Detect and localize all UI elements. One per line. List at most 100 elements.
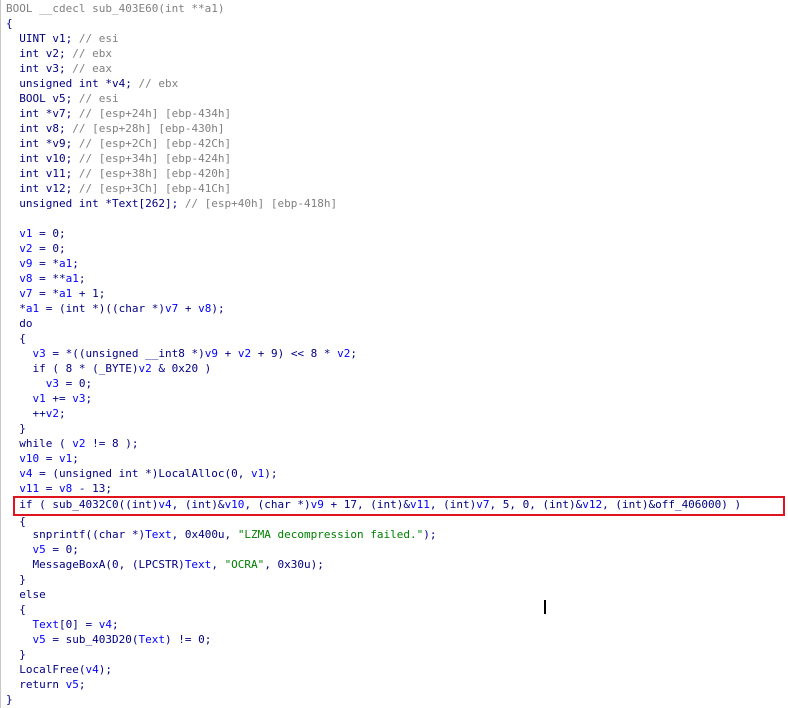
code-line[interactable]: return v5; (6, 677, 85, 692)
code-token: a1 (59, 257, 73, 270)
code-token: v2 (72, 437, 86, 450)
code-line[interactable]: UINT v1; // esi (6, 31, 118, 46)
code-line[interactable]: int v11; // [esp+38h] [ebp-420h] (6, 166, 231, 181)
code-token: [0] = (58, 618, 99, 631)
code-line[interactable]: { (6, 16, 13, 31)
code-line[interactable]: } (6, 572, 26, 587)
code-line[interactable]: Text[0] = v4; (6, 617, 118, 632)
code-token: int v11; (6, 167, 79, 180)
code-line[interactable]: int v3; // eax (6, 61, 112, 76)
code-token: int v10; (6, 152, 79, 165)
code-token: v4 (98, 618, 112, 631)
code-line[interactable]: LocalFree(v4); (6, 662, 112, 677)
code-line[interactable]: snprintf((char *)Text, 0x400u, "LZMA dec… (6, 527, 436, 542)
code-line[interactable]: if ( 8 * (_BYTE)v2 & 0x20 ) (6, 361, 211, 376)
code-line[interactable]: v11 = v8 - 13; (6, 481, 112, 496)
code-token: "LZMA decompression failed." (237, 528, 424, 541)
code-token: = 0; (32, 227, 66, 240)
code-line[interactable]: int v10; // [esp+34h] [ebp-424h] (6, 151, 231, 166)
code-line[interactable]: int v2; // ebx (6, 46, 112, 61)
code-token: // eax (72, 62, 112, 75)
code-line[interactable]: MessageBoxA(0, (LPCSTR)Text, "OCRA", 0x3… (6, 557, 323, 572)
code-token: } (6, 573, 26, 586)
code-line[interactable]: } (6, 692, 13, 707)
code-line[interactable]: v3 = *((unsigned __int8 *)v9 + v2 + 9) <… (6, 346, 357, 361)
code-token: Text (184, 558, 212, 571)
code-token: v11 (6, 482, 40, 495)
code-line[interactable]: unsigned int *Text[262]; // [esp+40h] [e… (6, 196, 337, 211)
code-token: int v3; (6, 62, 73, 75)
code-token: // [esp+3Ch] [ebp-41Ch] (78, 182, 232, 195)
code-line[interactable]: v5 = sub_403D20(Text) != 0; (6, 632, 211, 647)
code-token: // [esp+40h] [ebp-418h] (184, 197, 338, 210)
code-token: + 1; (72, 287, 106, 300)
code-line[interactable]: { (6, 331, 26, 346)
code-token: Text (6, 618, 59, 631)
code-token: v1 (251, 467, 265, 480)
code-line[interactable]: int v12; // [esp+3Ch] [ebp-41Ch] (6, 181, 231, 196)
code-token: } (6, 693, 13, 706)
code-token: v4 (6, 467, 33, 480)
code-token: = (39, 452, 59, 465)
code-line[interactable]: int v8; // [esp+28h] [ebp-430h] (6, 121, 224, 136)
code-token: * (6, 302, 26, 315)
code-token: = sub_403D20( (45, 633, 139, 646)
code-token: = (int *)((char *) (39, 302, 165, 315)
code-token: int *v9; (6, 137, 79, 150)
code-token: // ebx (72, 47, 112, 60)
code-token: v1 (59, 452, 73, 465)
code-token: // [esp+34h] [ebp-424h] (78, 152, 232, 165)
code-token: a1 (59, 287, 73, 300)
code-token: { (6, 603, 26, 616)
code-token: v3 (72, 392, 86, 405)
code-token: Text (138, 633, 165, 646)
code-line[interactable]: v1 += v3; (6, 391, 92, 406)
code-token: // esi (78, 92, 119, 105)
code-token: + (178, 302, 199, 315)
code-token: v3 (6, 347, 46, 360)
pseudocode-view[interactable]: BOOL __cdecl sub_403E60(int **a1) { UINT … (0, 0, 788, 708)
code-line[interactable]: } (6, 647, 26, 662)
code-line[interactable]: ++v2; (6, 406, 65, 421)
code-line[interactable]: v1 = 0; (6, 226, 66, 241)
code-line[interactable]: else (6, 587, 46, 602)
code-line[interactable]: unsigned int *v4; // ebx (6, 76, 178, 91)
code-token: return (6, 678, 66, 691)
code-line[interactable]: } (6, 421, 26, 436)
code-line[interactable]: v7 = *a1 + 1; (6, 286, 105, 301)
code-line[interactable]: int *v9; // [esp+2Ch] [ebp-42Ch] (6, 136, 231, 151)
code-token: int v2; (6, 47, 73, 60)
code-line[interactable]: int *v7; // [esp+24h] [ebp-434h] (6, 106, 231, 121)
code-token: LocalFree( (6, 663, 86, 676)
code-token: a1 (65, 272, 79, 285)
code-token: v5 (6, 633, 46, 646)
code-line[interactable]: v4 = (unsigned int *)LocalAlloc(0, v1); (6, 466, 277, 481)
code-token: ; (78, 272, 86, 285)
code-line[interactable]: v9 = *a1; (6, 256, 79, 271)
code-line[interactable]: v2 = 0; (6, 241, 65, 256)
code-token: UINT v1; (6, 32, 79, 45)
code-token: = (39, 482, 59, 495)
code-token: unsigned int *v4; (6, 77, 139, 90)
code-token: do (6, 317, 33, 330)
code-token: v2 (45, 407, 59, 420)
code-line[interactable]: BOOL v5; // esi (6, 91, 119, 106)
code-token: v1 (6, 392, 46, 405)
code-line[interactable]: v5 = 0; (6, 542, 78, 557)
code-line[interactable]: v10 = v1; (6, 451, 79, 466)
code-line[interactable]: *a1 = (int *)((char *)v7 + v8); (6, 301, 224, 316)
code-line[interactable]: v3 = 0; (6, 376, 92, 391)
code-token: } (6, 422, 26, 435)
code-token: a1 (25, 302, 40, 315)
code-token: v9 (204, 347, 218, 360)
code-line[interactable]: do (6, 316, 33, 331)
code-token: ) != 0; (164, 633, 212, 646)
code-line[interactable]: { (6, 602, 26, 617)
code-token: v2 (337, 347, 351, 360)
code-token: ; (78, 678, 86, 691)
code-line[interactable]: BOOL __cdecl sub_403E60(int **a1) (6, 1, 225, 16)
code-line[interactable]: while ( v2 != 8 ); (6, 436, 138, 451)
code-token: ; (85, 392, 93, 405)
code-line[interactable]: v8 = **a1; (6, 271, 86, 286)
code-token: = *((unsigned __int8 *) (45, 347, 205, 360)
